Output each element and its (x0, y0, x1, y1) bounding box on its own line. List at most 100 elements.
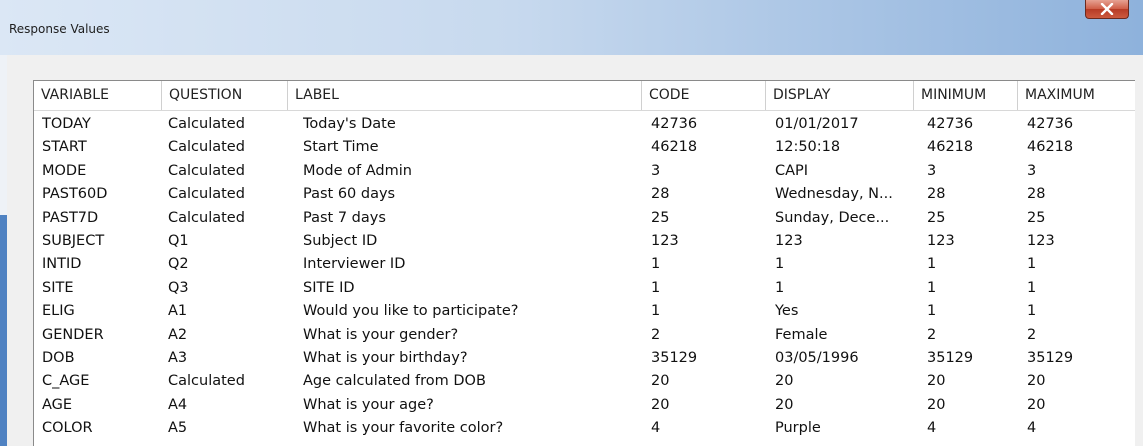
column-header-minimum[interactable]: MINIMUM (914, 81, 1018, 110)
cell-display: Purple (775, 420, 821, 437)
cell-code: 1 (651, 256, 661, 273)
cell-question: A5 (168, 420, 188, 437)
table-row[interactable]: PAST60D Calculated Past 60 days 28 Wednesday… (34, 183, 1135, 206)
table-row[interactable]: START Calculated Start Time 46218 12:50:18 46… (34, 136, 1135, 159)
cell-question: A3 (168, 349, 188, 366)
column-header-display[interactable]: DISPLAY (766, 81, 914, 110)
cell-question: Calculated (168, 186, 245, 203)
cell-minimum: 1 (927, 279, 937, 296)
cell-display: Wednesday, N... (775, 186, 893, 203)
table-row[interactable]: C_AGE Calculated Age calculated from DOB 20… (34, 370, 1135, 393)
cell-display: 01/01/2017 (775, 116, 859, 132)
cell-code: 4 (651, 420, 661, 437)
cell-display: 12:50:18 (775, 139, 841, 156)
cell-label: Start Time (303, 139, 379, 156)
cell-maximum: 35129 (1027, 349, 1074, 366)
column-header-question[interactable]: QUESTION (162, 81, 288, 110)
table-row[interactable]: SUBJECT Q1 Subject ID 123 123 123 123 (34, 230, 1135, 253)
cell-code: 1 (651, 279, 661, 296)
cell-minimum: 1 (927, 303, 937, 320)
cell-maximum: 20 (1027, 396, 1046, 413)
cell-label: What is your age? (303, 396, 434, 413)
cell-label: Mode of Admin (303, 162, 412, 179)
cell-maximum: 28 (1027, 186, 1046, 203)
cell-minimum: 2 (927, 326, 937, 343)
cell-variable: START (42, 139, 87, 156)
table-body: TODAY Calculated Today's Date 42736 01/01/20… (34, 113, 1135, 440)
table-row[interactable]: GENDER A2 What is your gender? 2 Female 2 2 (34, 324, 1135, 347)
cell-variable: TODAY (42, 116, 91, 132)
table-row[interactable]: ELIG A1 Would you like to participate? 1 Yes… (34, 300, 1135, 323)
table-row[interactable]: AGE A4 What is your age? 20 20 20 20 (34, 394, 1135, 417)
cell-question: Q1 (168, 232, 189, 249)
cell-code: 3 (651, 162, 661, 179)
table-row[interactable]: PAST7D Calculated Past 7 days 25 Sunday, Dec… (34, 207, 1135, 230)
cell-question: Calculated (168, 139, 245, 156)
cell-question: Calculated (168, 209, 245, 226)
cell-maximum: 1 (1027, 279, 1037, 296)
cell-label: Subject ID (303, 232, 378, 249)
table-row[interactable]: SITE Q3 SITE ID 1 1 1 1 (34, 277, 1135, 300)
window-left-edge (0, 215, 7, 446)
cell-maximum: 3 (1027, 162, 1037, 179)
cell-maximum: 1 (1027, 303, 1037, 320)
table-row[interactable]: INTID Q2 Interviewer ID 1 1 1 1 (34, 253, 1135, 276)
cell-variable: ELIG (42, 303, 75, 320)
cell-display: Sunday, Dece... (775, 209, 890, 226)
cell-variable: DOB (42, 349, 75, 366)
table-header: VARIABLE QUESTION LABEL CODE DISPLAY MIN… (34, 81, 1135, 111)
table-row[interactable]: COLOR A5 What is your favorite color? 4 Purp… (34, 417, 1135, 440)
cell-maximum: 4 (1027, 420, 1037, 437)
cell-variable: SUBJECT (42, 232, 105, 249)
cell-maximum: 25 (1027, 209, 1046, 226)
column-header-code[interactable]: CODE (642, 81, 766, 110)
cell-minimum: 4 (927, 420, 937, 437)
cell-question: Calculated (168, 116, 245, 132)
table-row[interactable]: MODE Calculated Mode of Admin 3 CAPI 3 3 (34, 160, 1135, 183)
cell-label: What is your gender? (303, 326, 459, 343)
cell-minimum: 25 (927, 209, 946, 226)
cell-label: Past 7 days (303, 209, 386, 226)
cell-question: Calculated (168, 373, 245, 390)
cell-variable: INTID (42, 256, 82, 273)
cell-display: 1 (775, 279, 785, 296)
cell-maximum: 2 (1027, 326, 1037, 343)
cell-code: 20 (651, 396, 670, 413)
cell-display: Yes (775, 303, 799, 320)
column-header-maximum[interactable]: MAXIMUM (1018, 81, 1135, 110)
cell-display: 1 (775, 256, 785, 273)
title-bar[interactable]: Response Values (0, 0, 1143, 55)
cell-question: Q3 (168, 279, 189, 296)
cell-question: Calculated (168, 162, 245, 179)
cell-variable: C_AGE (42, 373, 90, 390)
cell-display: Female (775, 326, 828, 343)
response-values-window: Response Values VARIABLE QUESTION LABEL … (0, 0, 1143, 446)
cell-minimum: 3 (927, 162, 937, 179)
response-values-table: VARIABLE QUESTION LABEL CODE DISPLAY MIN… (33, 80, 1135, 446)
cell-variable: PAST60D (42, 186, 108, 203)
window-title: Response Values (9, 22, 110, 36)
cell-code: 42736 (651, 116, 698, 132)
column-header-variable[interactable]: VARIABLE (34, 81, 162, 110)
close-button[interactable] (1085, 0, 1129, 19)
cell-maximum: 123 (1027, 232, 1055, 249)
cell-maximum: 46218 (1027, 139, 1074, 156)
cell-minimum: 1 (927, 256, 937, 273)
cell-minimum: 42736 (927, 116, 974, 132)
column-header-label[interactable]: LABEL (288, 81, 642, 110)
cell-label: Interviewer ID (303, 256, 406, 273)
cell-code: 20 (651, 373, 670, 390)
cell-code: 1 (651, 303, 661, 320)
cell-question: Q2 (168, 256, 189, 273)
cell-display: CAPI (775, 162, 809, 179)
cell-label: Past 60 days (303, 186, 396, 203)
cell-minimum: 20 (927, 396, 946, 413)
cell-label: Today's Date (303, 116, 396, 132)
table-row[interactable]: DOB A3 What is your birthday? 35129 03/05/19… (34, 347, 1135, 370)
cell-question: A4 (168, 396, 188, 413)
cell-minimum: 35129 (927, 349, 974, 366)
cell-display: 03/05/1996 (775, 349, 859, 366)
cell-maximum: 42736 (1027, 116, 1074, 132)
cell-code: 35129 (651, 349, 698, 366)
table-row[interactable]: TODAY Calculated Today's Date 42736 01/01/20… (34, 113, 1135, 136)
